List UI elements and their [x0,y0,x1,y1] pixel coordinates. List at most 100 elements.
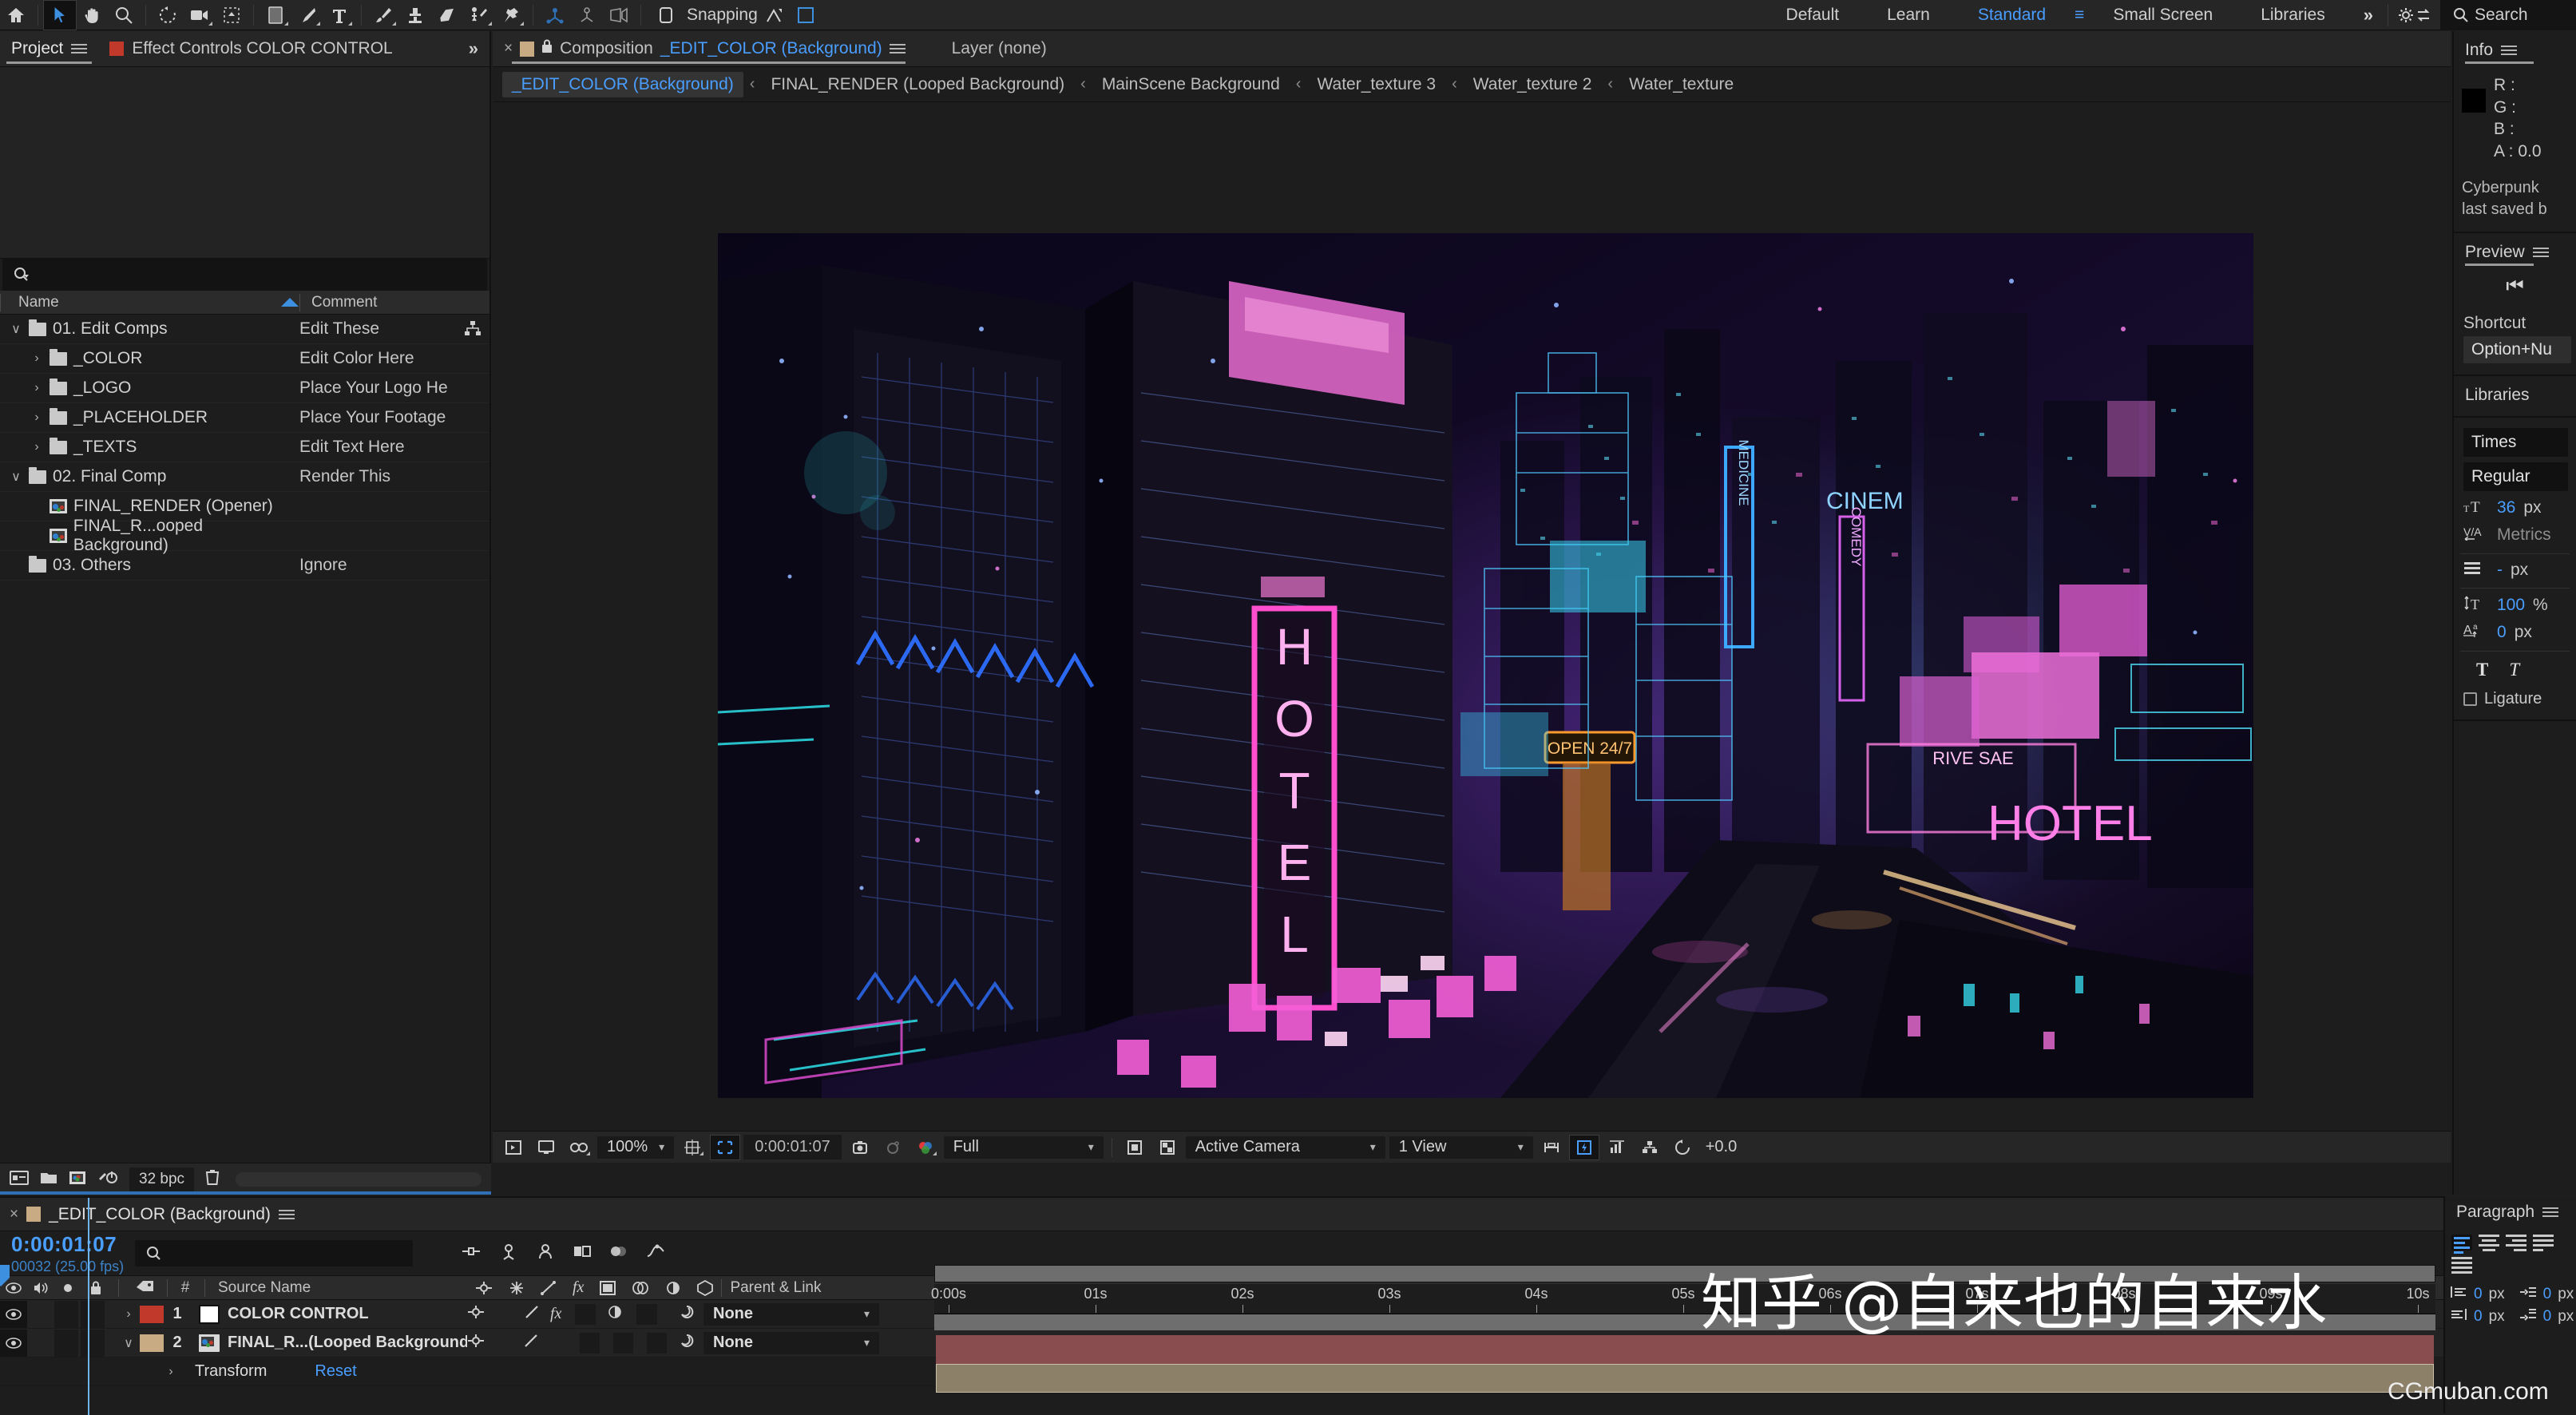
pen-tool-icon[interactable] [291,1,323,30]
project-item-row[interactable]: ∨ 02. Final Comp Render This [0,462,489,492]
project-tabs-more-icon[interactable]: » [469,38,489,59]
layer-effects-toggle[interactable]: fx [550,1305,561,1323]
timeline-playhead[interactable] [88,1198,89,1415]
project-item-row[interactable]: › _TEXTS Edit Text Here [0,433,489,462]
shape-tool-icon[interactable] [260,1,291,30]
parent-pickwhip-icon[interactable] [678,1332,696,1354]
sort-ascending-icon[interactable] [281,298,299,307]
twisty-closed-icon[interactable]: › [160,1365,182,1379]
workspace-menu-icon[interactable]: ≡ [2070,6,2089,25]
source-name-column[interactable]: Source Name [210,1276,466,1300]
workspace-learn[interactable]: Learn [1863,0,1954,30]
project-settings-icon[interactable] [97,1169,118,1190]
layer-lock-toggle[interactable] [81,1300,105,1328]
vertical-scale-row[interactable]: T 100 % [2454,589,2576,616]
layer-3d-toggle[interactable] [636,1303,658,1325]
layer-visibility-icon[interactable] [0,1300,27,1328]
indent-first-value[interactable]: 0 [2474,1308,2483,1326]
composition-mini-flowchart-icon[interactable] [461,1243,482,1264]
ligatures-checkbox[interactable] [2463,692,2477,706]
indent-left-row[interactable]: 0 px [2445,1286,2505,1303]
show-channel-icon[interactable] [911,1136,940,1159]
eraser-tool-icon[interactable] [431,1,463,30]
transform-reset-link[interactable]: Reset [267,1362,356,1381]
camera-tool-icon[interactable] [184,1,216,30]
timeline-current-time[interactable]: 0:00:01:07 [11,1232,124,1257]
draft-3d-icon[interactable] [499,1243,518,1265]
new-composition-icon[interactable] [69,1169,86,1190]
layer-label-color[interactable] [140,1334,164,1352]
workspace-small-screen[interactable]: Small Screen [2089,0,2237,30]
workspace-default[interactable]: Default [1762,0,1864,30]
graph-editor-toggle-icon[interactable] [646,1243,665,1264]
indent-right-value[interactable]: 0 [2543,1286,2552,1303]
twisty-closed-icon[interactable]: › [30,410,43,425]
paragraph-panel-menu-icon[interactable] [2542,1205,2559,1219]
workspace-libraries[interactable]: Libraries [2237,0,2349,30]
layer-quality-toggle[interactable] [525,1305,539,1324]
layer-solo-toggle[interactable] [54,1300,78,1328]
puppet-pin-tool-icon[interactable] [495,1,527,30]
viewer-area[interactable]: H O T E L MEDICINE CINEM COMEDY OPEN 24/… [493,103,2451,1163]
color-depth-button[interactable]: 32 bpc [129,1167,195,1191]
timeline-panel-menu-icon[interactable] [278,1207,295,1222]
orbit-null-icon[interactable] [571,1,603,30]
preview-shortcut-value[interactable]: Option+Nu [2463,335,2571,363]
comp-flowchart-icon[interactable] [1635,1136,1664,1159]
new-folder-icon[interactable] [40,1169,57,1190]
preview-transport-controls[interactable]: ⏮ [2454,262,2576,303]
delete-icon[interactable] [205,1169,220,1190]
type-tool-icon[interactable] [323,1,355,30]
space-after-value[interactable]: 0 [2543,1308,2552,1326]
project-item-row[interactable]: › _COLOR Edit Color Here [0,344,489,374]
layer-3d-toggle[interactable] [647,1332,667,1354]
project-item-row[interactable]: ∨ 01. Edit Comps Edit These [0,315,489,344]
timeline-playhead-handle[interactable] [0,1265,12,1287]
workspace-standard[interactable]: Standard [1954,0,2070,30]
faux-bold-button[interactable]: T [2476,660,2488,680]
align-center-icon[interactable] [2479,1235,2499,1251]
twisty-closed-icon[interactable]: › [30,440,43,454]
layer-solo-toggle[interactable] [54,1329,78,1357]
ligatures-row[interactable]: Ligature [2454,680,2576,708]
close-icon[interactable]: × [504,40,513,57]
align-left-icon[interactable] [2451,1235,2472,1254]
workspace-settings-icon[interactable] [2388,3,2440,26]
breadcrumb-item[interactable]: Water_texture [1619,72,1743,97]
layer-shy-toggle[interactable] [467,1305,485,1324]
baseline-shift-value[interactable]: 0 [2497,623,2507,642]
brush-tool-icon[interactable] [367,1,399,30]
project-item-row[interactable]: FINAL_R...ooped Background) [0,517,489,554]
faux-italic-button[interactable]: T [2509,660,2519,680]
project-panel-menu-icon[interactable] [71,42,88,56]
graph-editor-icon[interactable] [790,1,822,30]
main-viewer-icon[interactable] [532,1136,561,1159]
show-snapshot-icon[interactable] [878,1136,907,1159]
tab-project[interactable]: Project [0,31,98,67]
breadcrumb-item[interactable]: Water_texture 3 [1307,72,1445,97]
space-after-row[interactable]: 0 px [2515,1308,2574,1326]
twisty-open-icon[interactable]: ∨ [117,1335,140,1351]
selection-tool-icon[interactable] [43,0,77,30]
project-item-row[interactable]: 03. Others Ignore [0,551,489,581]
pixel-aspect-icon[interactable] [1537,1136,1566,1159]
exposure-value[interactable]: +0.0 [1701,1138,1737,1156]
views-select[interactable]: 1 View ▾ [1389,1136,1533,1159]
anchor-point-icon[interactable] [758,1,790,30]
layer-source-name[interactable]: COLOR CONTROL [228,1305,467,1323]
font-family-select[interactable]: Times [2463,427,2568,457]
transparency-grid-icon[interactable] [1153,1136,1182,1159]
breadcrumb-item[interactable]: FINAL_RENDER (Looped Background) [761,72,1074,97]
baseline-shift-row[interactable]: Aa 0 px [2454,616,2576,643]
camera-select[interactable]: Active Camera ▾ [1185,1136,1385,1159]
viewer-current-time[interactable]: 0:00:01:07 [743,1135,842,1159]
layer-bar-final-render[interactable] [936,1364,2434,1393]
layer-frameblend-toggle[interactable] [580,1332,600,1354]
vertical-scale-value[interactable]: 100 [2497,596,2525,615]
flowchart-icon[interactable] [464,321,482,342]
layer-label-color[interactable] [140,1305,164,1323]
indent-right-row[interactable]: 0 px [2515,1286,2574,1303]
layer-parent-select[interactable]: None ▾ [703,1331,879,1354]
twisty-closed-icon[interactable]: › [117,1307,140,1322]
region-of-interest-icon[interactable] [710,1134,741,1160]
